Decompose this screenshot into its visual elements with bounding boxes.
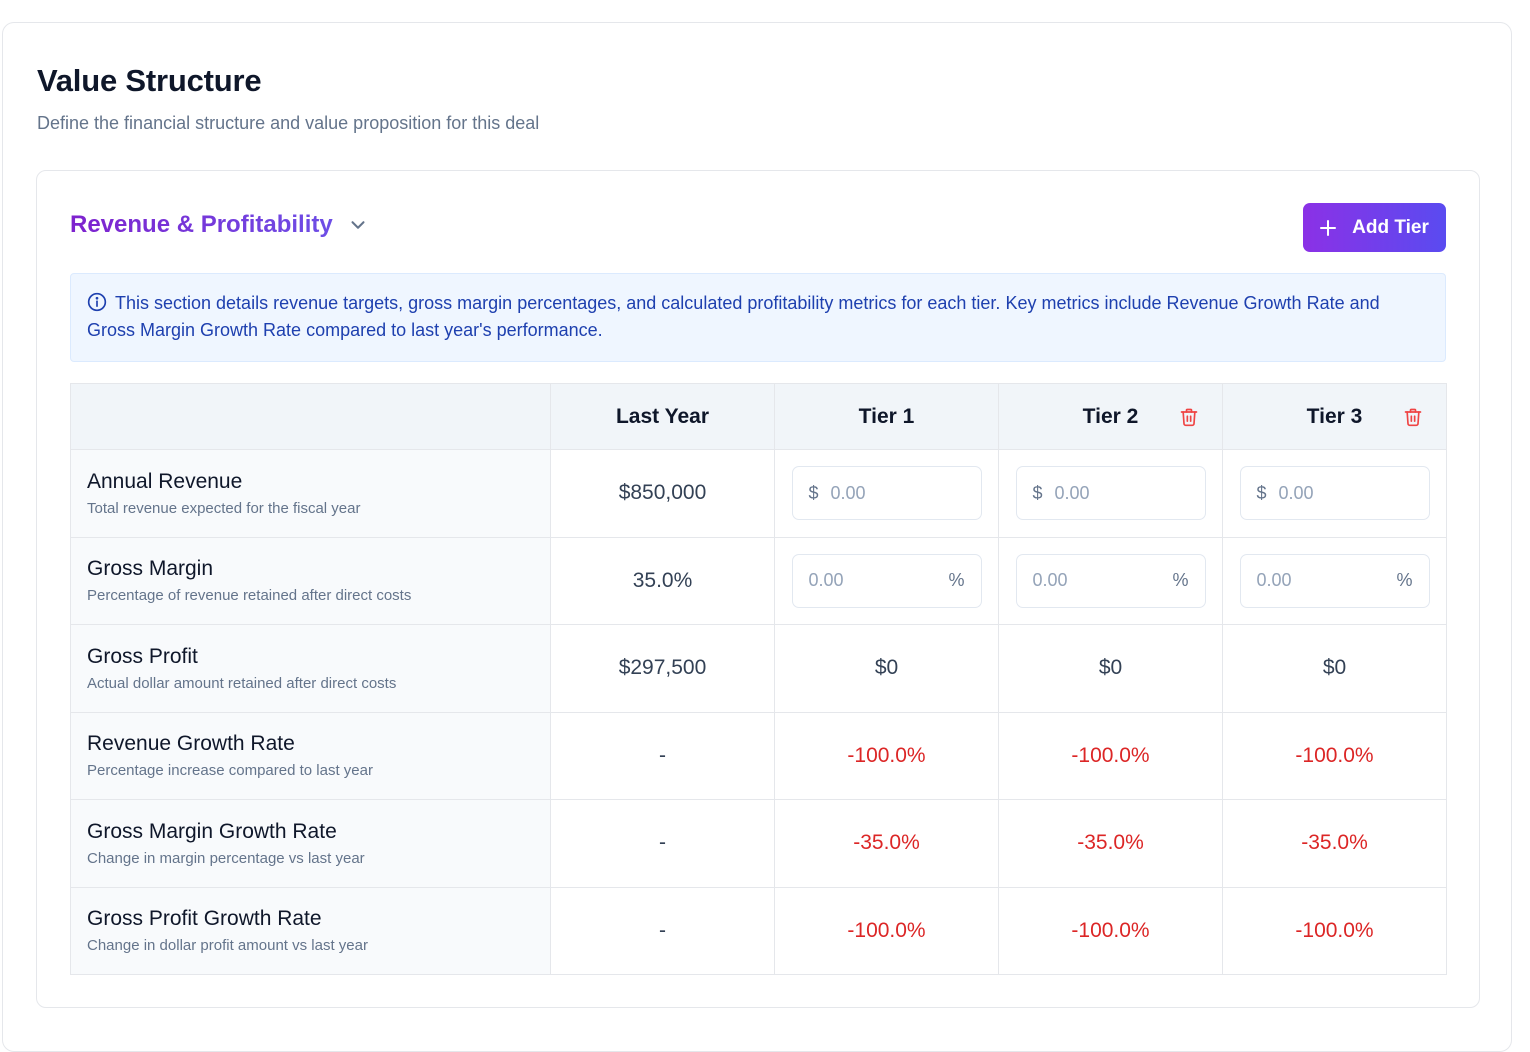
currency-prefix: $ xyxy=(1032,482,1043,503)
revenue-field-tier-3[interactable] xyxy=(1278,482,1413,504)
table-row-gross-profit: Gross Profit Actual dollar amount retain… xyxy=(70,624,1447,713)
table-row-annual-revenue: Annual Revenue Total revenue expected fo… xyxy=(70,449,1447,538)
column-header-tier-3: Tier 3 xyxy=(1222,383,1447,450)
chevron-down-icon xyxy=(351,221,365,229)
metric-name: Annual Revenue xyxy=(87,469,243,493)
revenue-field-tier-2[interactable] xyxy=(1054,482,1189,504)
metric-label-cell: Revenue Growth Rate Percentage increase … xyxy=(70,711,551,800)
tier-2-cell: % xyxy=(998,536,1223,625)
metric-name: Gross Margin Growth Rate xyxy=(87,819,337,843)
margin-input-tier-3[interactable]: % xyxy=(1239,553,1430,608)
table-row-revenue-growth-rate: Revenue Growth Rate Percentage increase … xyxy=(70,711,1447,800)
tier-1-value: -100.0% xyxy=(774,711,999,800)
tier-1-value: -100.0% xyxy=(774,886,999,975)
section-title: Revenue & Profitability xyxy=(70,211,333,238)
metric-name: Gross Profit xyxy=(87,644,198,668)
tier-1-value: $0 xyxy=(774,624,999,713)
metric-description: Actual dollar amount retained after dire… xyxy=(87,674,397,692)
last-year-value: 35.0% xyxy=(550,536,775,625)
tier-2-value: -100.0% xyxy=(998,886,1223,975)
section-toggle[interactable]: Revenue & Profitability xyxy=(70,211,369,239)
info-callout: This section details revenue targets, gr… xyxy=(70,273,1446,362)
tier-3-cell: % xyxy=(1222,536,1447,625)
revenue-input-tier-2[interactable]: $ xyxy=(1015,466,1206,521)
metric-label-cell: Gross Profit Growth Rate Change in dolla… xyxy=(70,886,551,975)
page-title: Value Structure xyxy=(37,63,262,98)
metric-label-cell: Annual Revenue Total revenue expected fo… xyxy=(70,449,551,538)
table-row-gross-margin: Gross Margin Percentage of revenue retai… xyxy=(70,536,1447,625)
percent-suffix: % xyxy=(948,570,965,591)
add-tier-button[interactable]: Add Tier xyxy=(1303,203,1446,252)
margin-field-tier-2[interactable] xyxy=(1032,570,1173,592)
metric-description: Percentage increase compared to last yea… xyxy=(87,762,373,780)
metric-description: Change in dollar profit amount vs last y… xyxy=(87,937,368,955)
revenue-profitability-section: Revenue & Profitability Add Tier This se… xyxy=(36,170,1480,1008)
last-year-value: $297,500 xyxy=(550,624,775,713)
tier-1-cell: % xyxy=(774,536,999,625)
metric-name: Revenue Growth Rate xyxy=(87,732,295,756)
page-subtitle: Define the financial structure and value… xyxy=(37,113,540,133)
last-year-value: - xyxy=(550,886,775,975)
metric-label-cell: Gross Profit Actual dollar amount retain… xyxy=(70,624,551,713)
revenue-field-tier-1[interactable] xyxy=(830,482,965,504)
metric-name: Gross Profit Growth Rate xyxy=(87,907,322,931)
add-tier-label: Add Tier xyxy=(1352,216,1429,238)
revenue-input-tier-1[interactable]: $ xyxy=(791,466,982,521)
metric-name: Gross Margin xyxy=(87,557,214,581)
currency-prefix: $ xyxy=(808,482,819,503)
metric-description: Change in margin percentage vs last year xyxy=(87,849,365,867)
column-header-last-year: Last Year xyxy=(550,383,775,450)
percent-suffix: % xyxy=(1396,570,1413,591)
last-year-value: $850,000 xyxy=(550,449,775,538)
tier-2-label: Tier 2 xyxy=(1082,404,1139,428)
plus-icon xyxy=(1320,219,1337,236)
tier-1-cell: $ xyxy=(774,449,999,538)
tier-2-value: $0 xyxy=(998,624,1223,713)
info-icon xyxy=(87,292,107,312)
column-header-tier-1: Tier 1 xyxy=(774,383,999,450)
metric-label-cell: Gross Margin Percentage of revenue retai… xyxy=(70,536,551,625)
margin-input-tier-2[interactable]: % xyxy=(1015,553,1206,608)
table-row-gross-margin-growth-rate: Gross Margin Growth Rate Change in margi… xyxy=(70,799,1447,888)
metric-label-cell: Gross Margin Growth Rate Change in margi… xyxy=(70,799,551,888)
tier-3-value: -100.0% xyxy=(1222,711,1447,800)
tier-2-value: -100.0% xyxy=(998,711,1223,800)
metric-description: Total revenue expected for the fiscal ye… xyxy=(87,499,361,517)
trash-icon[interactable] xyxy=(1403,407,1423,427)
margin-field-tier-1[interactable] xyxy=(808,570,949,592)
tier-3-value: -35.0% xyxy=(1222,799,1447,888)
tier-3-cell: $ xyxy=(1222,449,1447,538)
last-year-value: - xyxy=(550,711,775,800)
table-header-row: Last Year Tier 1 Tier 2 Tier 3 xyxy=(70,383,1447,450)
last-year-value: - xyxy=(550,799,775,888)
trash-icon[interactable] xyxy=(1179,407,1199,427)
tier-2-cell: $ xyxy=(998,449,1223,538)
value-structure-card: Value Structure Define the financial str… xyxy=(2,22,1512,1052)
info-text: This section details revenue targets, gr… xyxy=(87,293,1380,340)
tier-1-value: -35.0% xyxy=(774,799,999,888)
tier-3-value: $0 xyxy=(1222,624,1447,713)
currency-prefix: $ xyxy=(1256,482,1267,503)
column-header-tier-2: Tier 2 xyxy=(998,383,1223,450)
tier-2-value: -35.0% xyxy=(998,799,1223,888)
margin-input-tier-1[interactable]: % xyxy=(791,553,982,608)
tier-3-label: Tier 3 xyxy=(1306,404,1363,428)
metric-description: Percentage of revenue retained after dir… xyxy=(87,587,412,605)
margin-field-tier-3[interactable] xyxy=(1256,570,1397,592)
column-header-metric xyxy=(70,383,551,450)
percent-suffix: % xyxy=(1172,570,1189,591)
value-table: Last Year Tier 1 Tier 2 Tier 3 Annual Re… xyxy=(70,383,1447,975)
tier-3-value: -100.0% xyxy=(1222,886,1447,975)
revenue-input-tier-3[interactable]: $ xyxy=(1239,466,1430,521)
table-row-gross-profit-growth-rate: Gross Profit Growth Rate Change in dolla… xyxy=(70,886,1447,975)
